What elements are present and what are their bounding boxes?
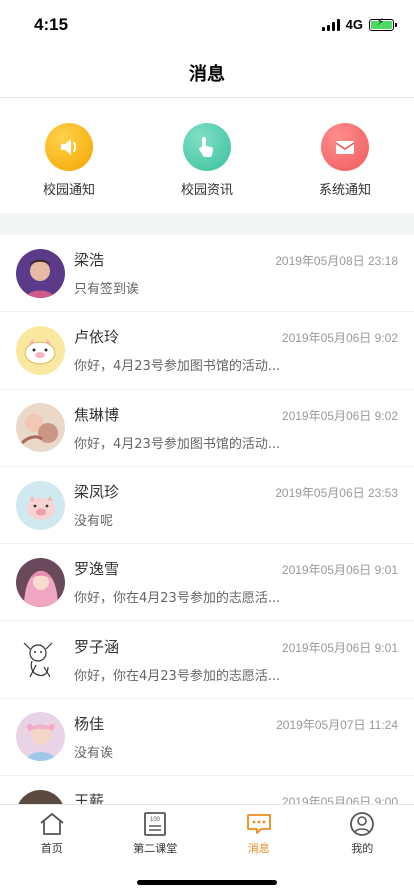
avatar [16,789,65,804]
category-row: 校园通知 校园资讯 系统通知 [0,99,414,213]
sender-name: 王薪 [74,792,105,804]
avatar [16,403,65,453]
tab-bar: 首页 100 第二课堂 消息 我的 [0,804,414,860]
avatar [16,248,65,298]
message-preview: 没有呢 [74,514,114,530]
signal-icon [321,18,340,31]
network-type: 4G [345,17,363,32]
profile-icon [350,812,375,836]
category-label: 校园通知 [42,183,95,198]
svg-text:100: 100 [150,817,161,823]
chat-bubble-icon [246,814,271,834]
message-preview: 你好，4月23号参加图书馆的活动... [74,436,281,452]
tab-label: 第二课堂 [133,842,178,855]
message-preview: 你好，你在4月23号参加的志愿活... [74,591,281,607]
message-item[interactable]: 梁凤珍 2019年05月06日 23:53 没有呢 [0,467,414,545]
message-preview: 你好，4月23号参加图书馆的活动... [74,359,281,375]
tab-home[interactable]: 首页 [0,805,104,860]
message-time: 2019年05月06日 23:53 [275,486,398,501]
page-title: 消息 [189,63,225,85]
category-label: 校园资讯 [180,183,233,198]
category-campus-notice[interactable]: 校园通知 [0,99,138,213]
message-time: 2019年05月06日 9:02 [281,331,398,346]
message-time: 2019年05月06日 9:01 [281,563,398,578]
home-indicator [137,880,277,885]
sender-name: 罗逸雪 [74,560,120,579]
category-system-notice[interactable]: 系统通知 [276,99,414,213]
message-item[interactable]: 罗子涵 2019年05月06日 9:01 你好，你在4月23号参加的志愿活... [0,621,414,699]
message-preview: 你好，你在4月23号参加的志愿活... [74,668,281,684]
sender-name: 焦琳博 [74,405,120,424]
message-preview: 没有诶 [74,745,114,761]
avatar [16,325,65,375]
certificate-icon: 100 [144,812,167,836]
status-time: 4:15 [34,15,69,34]
sender-name: 杨佳 [74,714,105,733]
message-time: 2019年05月06日 9:00 [281,795,398,804]
message-time: 2019年05月06日 9:01 [281,640,398,655]
speaker-icon [45,123,93,171]
tab-label: 我的 [351,842,374,855]
sender-name: 罗子涵 [74,637,120,656]
sender-name: 梁凤珍 [74,483,120,502]
envelope-icon [321,123,369,171]
battery-icon [369,17,397,31]
sender-name: 梁浩 [74,251,105,270]
tab-label: 首页 [40,842,63,855]
avatar [16,635,65,685]
hand-point-icon [183,123,231,171]
category-label: 系统通知 [318,183,371,198]
message-item[interactable]: 焦琳博 2019年05月06日 9:02 你好，4月23号参加图书馆的活动... [0,390,414,467]
status-bar: 4:15 4G [0,0,414,48]
tab-profile[interactable]: 我的 [311,805,414,860]
sender-name: 卢依玲 [74,328,120,347]
message-list: 梁浩 2019年05月08日 23:18 只有签到诶 卢依玲 2019年05月0… [0,235,414,804]
avatar [16,480,65,530]
message-item[interactable]: 卢依玲 2019年05月06日 9:02 你好，4月23号参加图书馆的活动... [0,312,414,390]
message-time: 2019年05月06日 9:02 [281,408,398,423]
home-icon [40,813,64,835]
message-item[interactable]: 杨佳 2019年05月07日 11:24 没有诶 [0,699,414,777]
section-divider [0,213,414,235]
message-item[interactable]: 罗逸雪 2019年05月06日 9:01 你好，你在4月23号参加的志愿活... [0,544,414,622]
message-item[interactable]: 王薪 2019年05月06日 9:00 [0,776,414,804]
nav-header: 消息 [0,48,414,98]
tab-label: 消息 [247,842,270,855]
tab-messages[interactable]: 消息 [207,805,311,860]
avatar [16,712,65,762]
avatar [16,557,65,607]
status-indicators: 4G [321,17,397,32]
message-time: 2019年05月08日 23:18 [275,254,398,269]
message-preview: 只有签到诶 [74,282,140,298]
message-time: 2019年05月07日 11:24 [276,717,398,732]
message-item[interactable]: 梁浩 2019年05月08日 23:18 只有签到诶 [0,235,414,313]
category-campus-news[interactable]: 校园资讯 [138,99,276,213]
tab-second-classroom[interactable]: 100 第二课堂 [104,805,208,860]
